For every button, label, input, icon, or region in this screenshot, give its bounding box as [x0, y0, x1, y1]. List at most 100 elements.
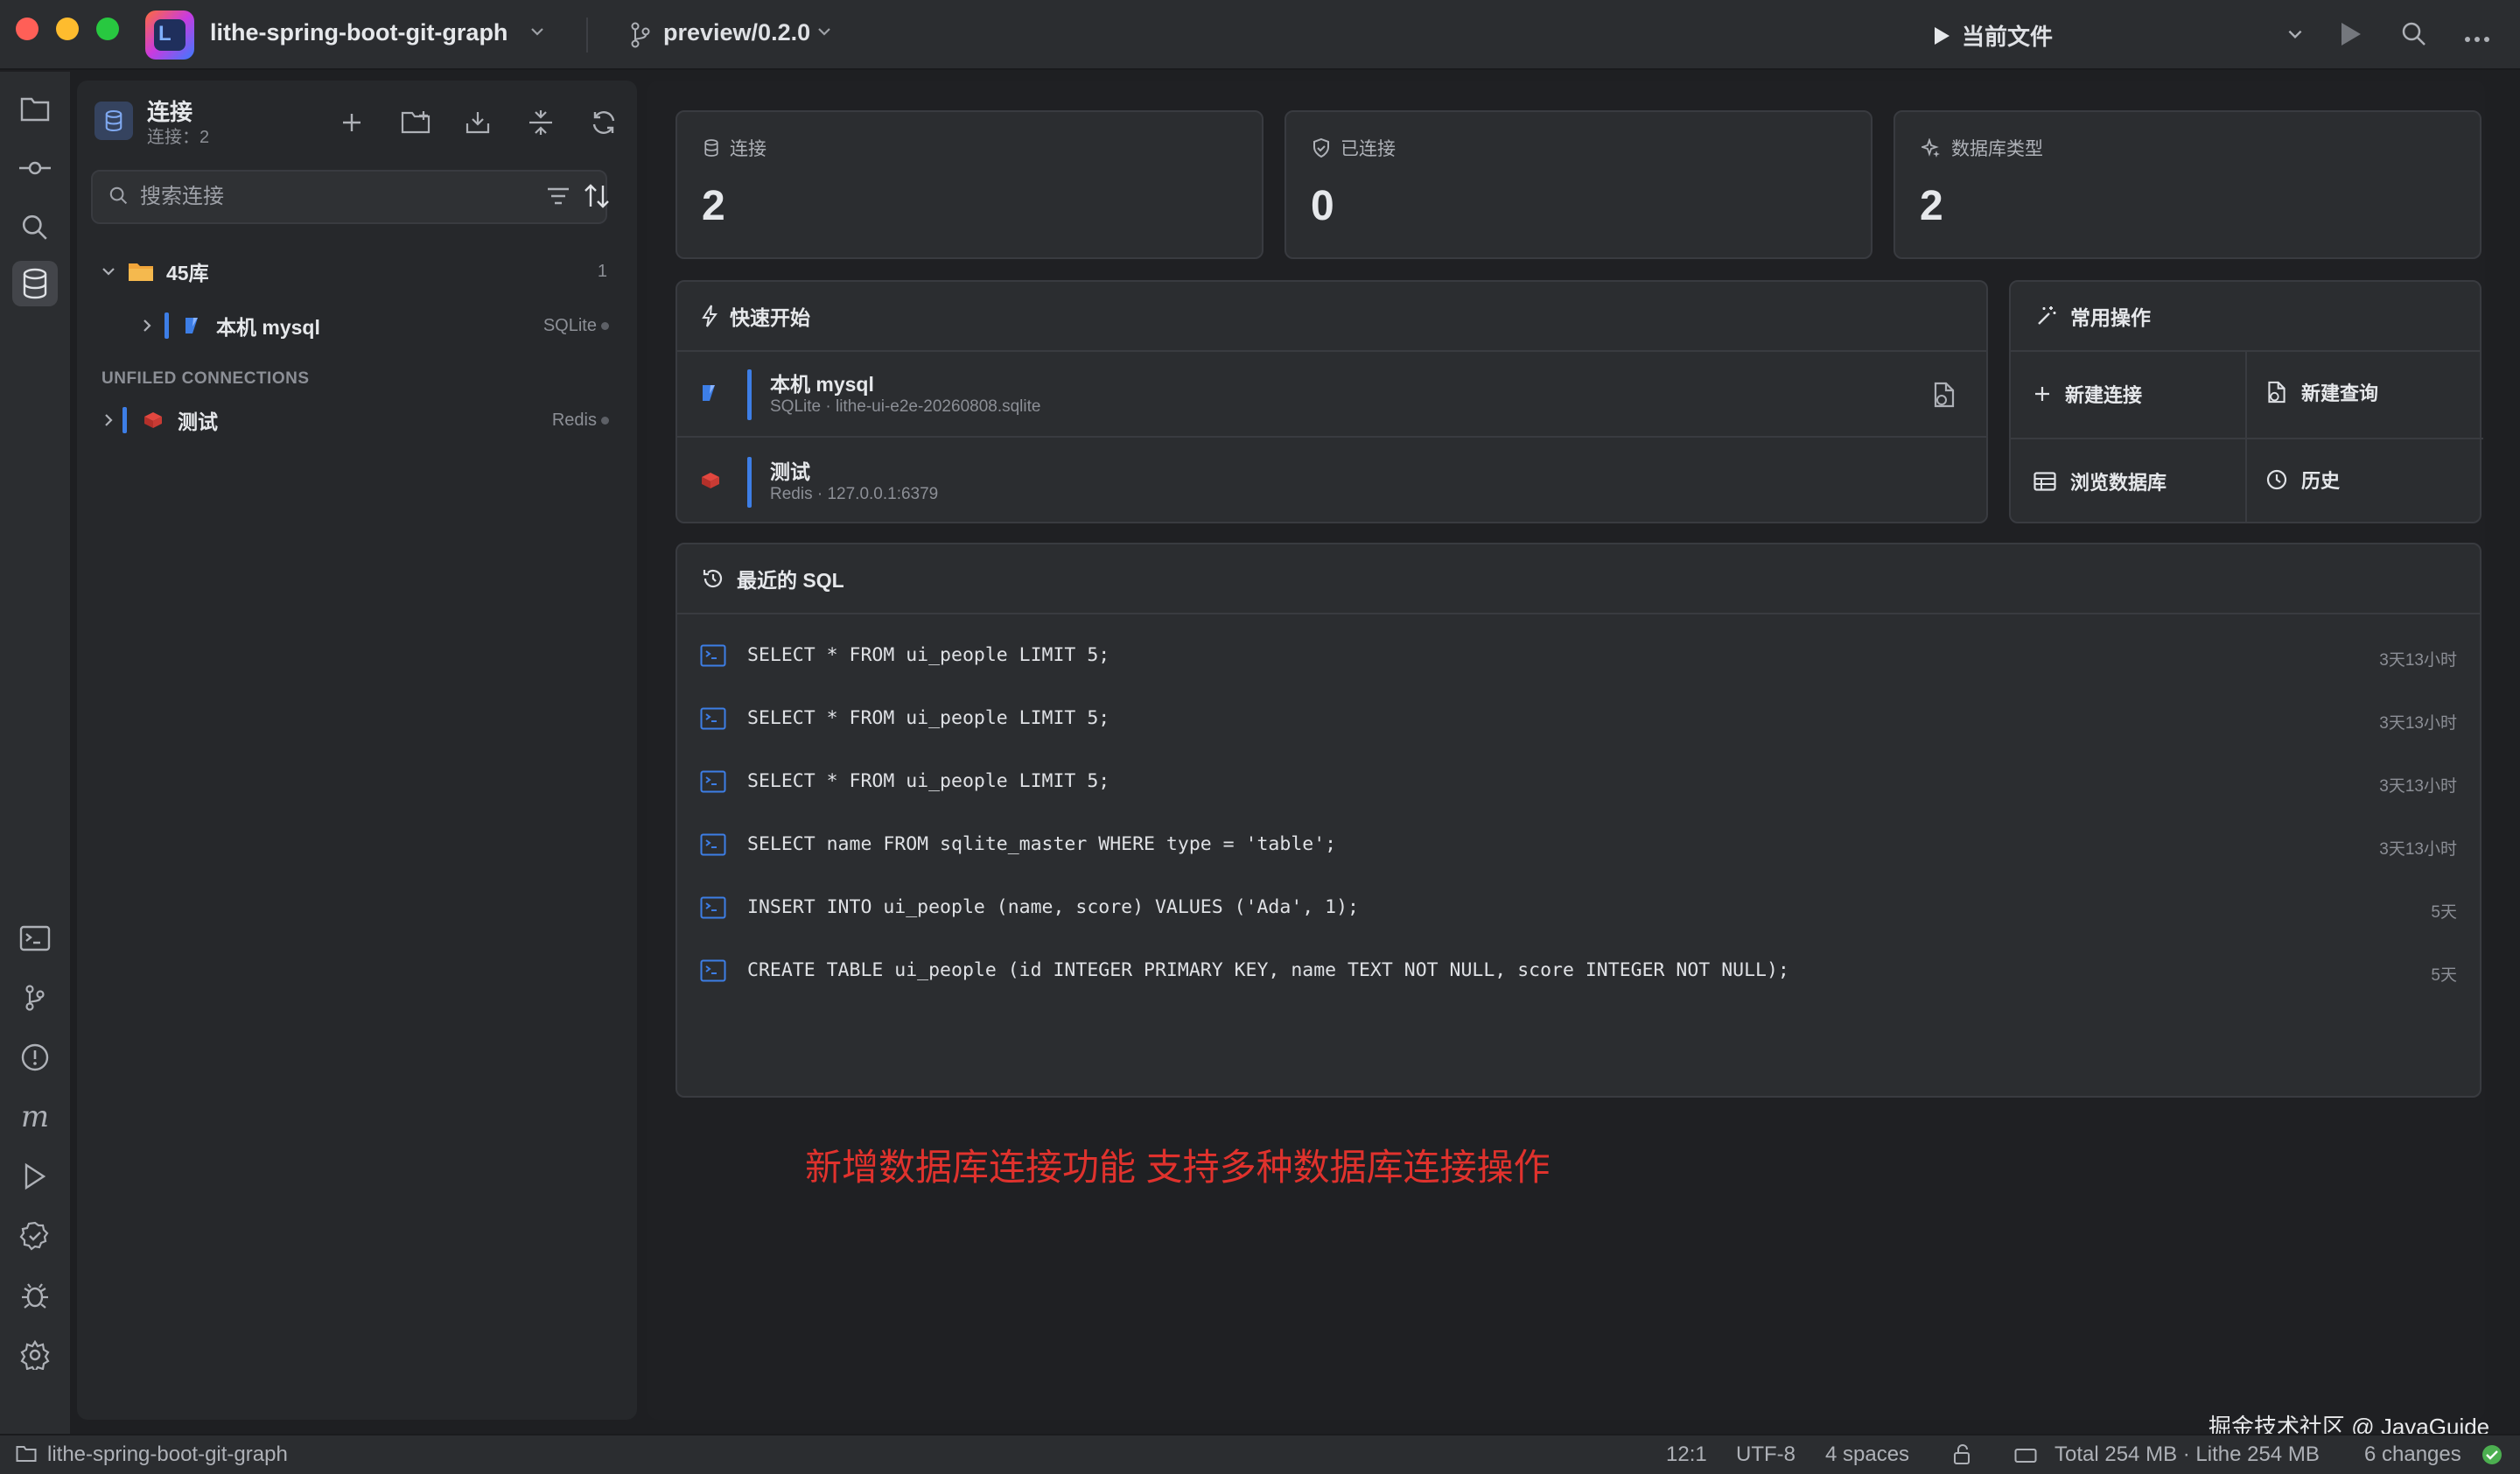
- search-input[interactable]: [140, 182, 551, 212]
- connection-name: 本机 mysql: [770, 373, 874, 396]
- sql-history-row[interactable]: CREATE TABLE ui_people (id INTEGER PRIMA…: [677, 940, 2480, 1003]
- magic-wand-icon: [2038, 306, 2056, 325]
- chevron-down-icon[interactable]: [2286, 25, 2305, 48]
- chevron-down-icon[interactable]: [816, 23, 833, 46]
- more-icon[interactable]: [2464, 32, 2490, 47]
- status-project[interactable]: lithe-spring-boot-git-graph: [47, 1442, 288, 1467]
- run-config-selector[interactable]: 当前文件: [1932, 19, 2053, 52]
- cursor-position[interactable]: 12:1: [1666, 1442, 1707, 1467]
- search-icon[interactable]: [2401, 21, 2427, 52]
- plus-icon: [343, 114, 360, 131]
- quick-start-item[interactable]: 测试 Redis · 127.0.0.1:6379: [677, 439, 1986, 525]
- project-name[interactable]: lithe-spring-boot-git-graph: [210, 19, 508, 46]
- play-icon: [1935, 26, 1950, 45]
- find-tool-button[interactable]: [12, 205, 58, 250]
- status-dot: [601, 416, 609, 425]
- connection-color-bar: [122, 407, 127, 433]
- git-tool-button[interactable]: [12, 975, 58, 1021]
- git-branch-icon: [628, 21, 653, 53]
- new-folder-button[interactable]: [399, 105, 434, 140]
- stat-value: 2: [1920, 183, 1943, 229]
- filter-icon: [548, 187, 569, 205]
- gear-icon: [20, 1340, 50, 1370]
- redis-icon: [702, 473, 719, 488]
- status-dot: [601, 321, 609, 330]
- filter-button[interactable]: [539, 173, 578, 219]
- connection-name: 本机 mysql: [216, 316, 320, 339]
- settings-tool-button[interactable]: [12, 1332, 58, 1378]
- card-header: 常用操作: [2011, 282, 2480, 352]
- changes-count[interactable]: 6 changes: [2364, 1442, 2461, 1467]
- terminal-icon: [700, 644, 726, 671]
- debug-tool-button[interactable]: [12, 1273, 58, 1318]
- sql-text: SELECT name FROM sqlite_master WHERE typ…: [747, 833, 1337, 855]
- quick-start-item[interactable]: 本机 mysql SQLite · lithe-ui-e2e-20260808.…: [677, 352, 1986, 438]
- sql-history-row[interactable]: SELECT * FROM ui_people LIMIT 5; 3天13小时: [677, 625, 2480, 688]
- sql-time: 3天13小时: [2379, 651, 2457, 670]
- sql-history-row[interactable]: SELECT * FROM ui_people LIMIT 5; 3天13小时: [677, 688, 2480, 751]
- browse-database-button[interactable]: 浏览数据库: [2034, 467, 2166, 495]
- divider: [586, 18, 588, 53]
- history-icon: [703, 569, 723, 588]
- run-button[interactable]: [2338, 21, 2362, 52]
- git-branch-icon: [25, 985, 45, 1011]
- project-tool-button[interactable]: [12, 86, 58, 131]
- refresh-button[interactable]: [586, 105, 621, 140]
- connection-type: Redis: [551, 410, 597, 430]
- import-button[interactable]: [460, 105, 495, 140]
- button-label: 新建查询: [2301, 383, 2379, 404]
- connection-row[interactable]: 测试 Redis: [91, 396, 623, 445]
- sort-icon: [584, 184, 609, 208]
- memory-usage[interactable]: Total 254 MB · Lithe 254 MB: [2054, 1442, 2320, 1467]
- card-header: 最近的 SQL: [677, 544, 2480, 614]
- import-icon: [466, 112, 490, 134]
- chevron-down-icon[interactable]: [528, 23, 546, 46]
- card-title: 常用操作: [2070, 306, 2151, 329]
- new-query-file-icon[interactable]: [1932, 382, 1956, 412]
- status-bar: lithe-spring-boot-git-graph 12:1 UTF-8 4…: [0, 1434, 2520, 1474]
- history-icon: [2266, 469, 2287, 490]
- connection-color-bar: [747, 369, 752, 420]
- indent-setting[interactable]: 4 spaces: [1825, 1442, 1909, 1467]
- add-connection-button[interactable]: [334, 105, 369, 140]
- terminal-icon: [700, 707, 726, 734]
- history-button[interactable]: 历史: [2266, 466, 2340, 494]
- button-label: 新建连接: [2065, 384, 2143, 406]
- terminal-tool-button[interactable]: [12, 916, 58, 961]
- services-tool-button[interactable]: [12, 1213, 58, 1259]
- stat-card-connections: 连接 2: [676, 110, 1264, 259]
- commit-tool-button[interactable]: [12, 145, 58, 191]
- search-icon: [108, 186, 130, 211]
- sql-time: 5天: [2431, 903, 2457, 922]
- sql-text: SELECT * FROM ui_people LIMIT 5;: [747, 644, 1110, 666]
- connection-desc: Redis · 127.0.0.1:6379: [770, 485, 939, 503]
- run-tool-button[interactable]: [12, 1154, 58, 1199]
- new-connection-button[interactable]: 新建连接: [2034, 380, 2142, 408]
- problems-tool-button[interactable]: [12, 1035, 58, 1080]
- sort-button[interactable]: [578, 173, 616, 219]
- sql-history-row[interactable]: SELECT name FROM sqlite_master WHERE typ…: [677, 814, 2480, 877]
- collapse-all-button[interactable]: [523, 105, 558, 140]
- database-tool-button[interactable]: [12, 261, 58, 306]
- chevron-right-icon: [105, 414, 113, 426]
- sql-history-row[interactable]: SELECT * FROM ui_people LIMIT 5; 3天13小时: [677, 751, 2480, 814]
- sql-time: 5天: [2431, 966, 2457, 985]
- connection-color-bar: [747, 457, 752, 508]
- connection-name: 测试: [178, 411, 218, 433]
- run-config-label: 当前文件: [1962, 24, 2054, 50]
- maven-tool-button[interactable]: m: [12, 1094, 58, 1140]
- folder-row[interactable]: 45库 1: [91, 247, 623, 296]
- minimize-window-button[interactable]: [56, 18, 79, 40]
- unlock-icon[interactable]: [1953, 1444, 1972, 1471]
- common-ops-card: 常用操作 新建连接 新建查询 浏览数据库 历史: [2009, 280, 2483, 523]
- memory-icon: [2014, 1446, 2037, 1470]
- sql-history-row[interactable]: INSERT INTO ui_people (name, score) VALU…: [677, 877, 2480, 940]
- close-window-button[interactable]: [16, 18, 38, 40]
- maximize-window-button[interactable]: [96, 18, 119, 40]
- connection-row[interactable]: 本机 mysql SQLite: [91, 301, 623, 350]
- commit-icon: [19, 161, 51, 175]
- connection-name: 测试: [770, 460, 810, 483]
- file-encoding[interactable]: UTF-8: [1736, 1442, 1796, 1467]
- branch-selector[interactable]: preview/0.2.0: [663, 19, 810, 46]
- new-query-button[interactable]: 新建查询: [2266, 378, 2378, 406]
